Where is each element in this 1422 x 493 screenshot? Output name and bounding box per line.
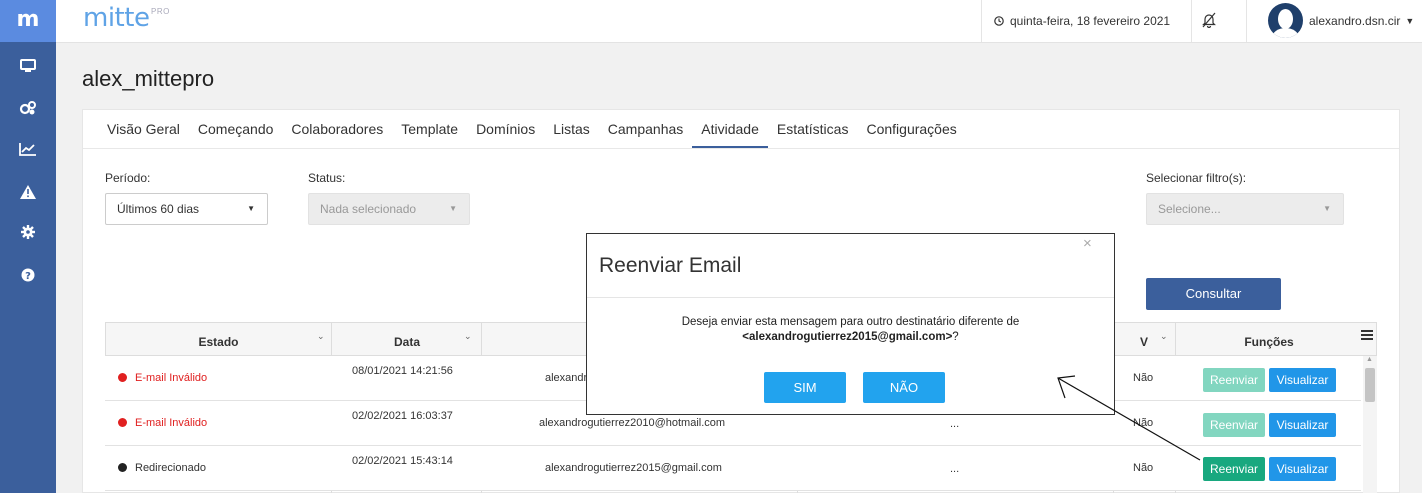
modal-email: <alexandrogutierrez2015@gmail.com> bbox=[742, 331, 953, 343]
table-scrollbar[interactable]: ▲ bbox=[1363, 356, 1377, 493]
status-dot bbox=[118, 418, 127, 427]
divider bbox=[981, 0, 982, 42]
divider bbox=[587, 297, 1114, 298]
tab-campanhas[interactable]: Campanhas bbox=[599, 110, 693, 148]
user-menu[interactable]: alexandro.dsn.cir ▼ bbox=[1268, 3, 1414, 38]
email-cell: alexandrogutierrez2010@hotmail.com bbox=[539, 417, 726, 429]
header-estado[interactable]: Estado bbox=[106, 323, 331, 356]
tab-template[interactable]: Template bbox=[392, 110, 467, 148]
user-name[interactable]: alexandro.dsn.cir bbox=[1309, 14, 1400, 28]
caret-down-icon: ▼ bbox=[1323, 204, 1331, 213]
divider bbox=[1191, 0, 1192, 42]
tab-comecando[interactable]: Começando bbox=[189, 110, 283, 148]
header-funcoes: Funções bbox=[1244, 335, 1294, 349]
periodo-label: Período: bbox=[105, 171, 151, 185]
divider bbox=[83, 148, 1399, 149]
date-text: quinta-feira, 18 fevereiro 2021 bbox=[1010, 14, 1171, 28]
visualizar-button[interactable]: Visualizar bbox=[1269, 368, 1336, 392]
caret-down-icon: ▼ bbox=[449, 204, 457, 213]
filtro-value: Selecione... bbox=[1158, 202, 1221, 216]
status-label: Status: bbox=[308, 171, 346, 185]
chart-line-icon[interactable] bbox=[18, 139, 38, 159]
filtro-select[interactable]: Selecione... ▼ bbox=[1146, 193, 1344, 225]
periodo-value: Últimos 60 dias bbox=[117, 202, 200, 216]
reenviar-button[interactable]: Reenviar bbox=[1203, 413, 1265, 437]
help-icon[interactable]: ? bbox=[18, 265, 38, 285]
estado-cell: Redirecionado bbox=[118, 462, 206, 474]
tab-visao-geral[interactable]: Visão Geral bbox=[98, 110, 189, 148]
tab-dominios[interactable]: Domínios bbox=[467, 110, 544, 148]
status-dot bbox=[118, 463, 127, 472]
v-cell: Não bbox=[1133, 462, 1154, 474]
consultar-button[interactable]: Consultar bbox=[1146, 278, 1281, 310]
tab-atividade[interactable]: Atividade bbox=[692, 110, 768, 148]
estado-text: E-mail Inválido bbox=[135, 372, 208, 384]
estado-text: E-mail Inválido bbox=[135, 417, 208, 429]
warning-icon[interactable] bbox=[18, 182, 38, 202]
clock-icon bbox=[994, 16, 1004, 26]
estado-cell: E-mail Inválido bbox=[118, 372, 207, 384]
data-cell: 08/01/2021 14:21:56 bbox=[352, 365, 453, 377]
caret-down-icon: ▼ bbox=[247, 204, 255, 213]
tab-bar: Visão Geral Começando Colaboradores Temp… bbox=[98, 110, 966, 148]
email-cell: alexandrogutierrez2015@gmail.com bbox=[545, 462, 722, 474]
reenviar-email-modal: × Reenviar Email Deseja enviar esta mens… bbox=[586, 233, 1115, 415]
current-date: quinta-feira, 18 fevereiro 2021 bbox=[994, 0, 1170, 42]
app-logo[interactable]: m bbox=[0, 0, 56, 42]
reenviar-button[interactable]: Reenviar bbox=[1203, 457, 1265, 481]
table-row: Redirecionado 02/02/2021 15:43:14 alexan… bbox=[105, 446, 1361, 491]
data-cell: 02/02/2021 15:43:14 bbox=[352, 455, 453, 467]
svg-text:?: ? bbox=[25, 271, 31, 282]
close-icon[interactable]: × bbox=[1083, 235, 1092, 252]
reenviar-button[interactable]: Reenviar bbox=[1203, 368, 1265, 392]
gear-icon[interactable] bbox=[18, 222, 38, 242]
sim-button[interactable]: SIM bbox=[764, 372, 846, 403]
scrollbar-thumb[interactable] bbox=[1365, 368, 1375, 402]
visualizar-button[interactable]: Visualizar bbox=[1269, 413, 1336, 437]
page-title: alex_mittepro bbox=[82, 66, 215, 91]
monitor-icon[interactable] bbox=[18, 56, 38, 76]
v-cell: Não bbox=[1133, 372, 1154, 384]
chevron-down-icon[interactable]: ⌄ bbox=[464, 331, 472, 342]
chevron-down-icon[interactable]: ⌄ bbox=[1160, 331, 1168, 342]
status-dot bbox=[118, 373, 127, 382]
brand-pro-label: PRO bbox=[151, 7, 170, 16]
status-value: Nada selecionado bbox=[320, 202, 417, 216]
gears-icon[interactable] bbox=[18, 98, 38, 118]
estado-text: Redirecionado bbox=[135, 462, 206, 474]
assunto-cell: ... bbox=[950, 463, 960, 475]
filtro-label: Selecionar filtro(s): bbox=[1146, 171, 1247, 185]
sidebar: m ? bbox=[0, 0, 56, 493]
divider bbox=[1246, 0, 1247, 42]
avatar[interactable] bbox=[1268, 3, 1303, 38]
chevron-down-icon[interactable]: ⌄ bbox=[317, 331, 325, 342]
column-menu-icon[interactable] bbox=[1361, 330, 1373, 340]
modal-suffix: ? bbox=[952, 331, 959, 343]
estado-cell: E-mail Inválido bbox=[118, 417, 207, 429]
v-cell: Não bbox=[1133, 417, 1154, 429]
top-bar: mitte PRO quinta-feira, 18 fevereiro 202… bbox=[56, 0, 1422, 43]
visualizar-button[interactable]: Visualizar bbox=[1269, 457, 1336, 481]
tab-colaboradores[interactable]: Colaboradores bbox=[282, 110, 392, 148]
tab-listas[interactable]: Listas bbox=[544, 110, 599, 148]
modal-message: Deseja enviar esta mensagem para outro d… bbox=[587, 315, 1114, 345]
modal-message-text: Deseja enviar esta mensagem para outro d… bbox=[681, 316, 1020, 328]
modal-title: Reenviar Email bbox=[599, 254, 742, 277]
status-select[interactable]: Nada selecionado ▼ bbox=[308, 193, 470, 225]
periodo-select[interactable]: Últimos 60 dias ▼ bbox=[105, 193, 268, 225]
brand-logo[interactable]: mitte bbox=[83, 3, 150, 33]
tab-estatisticas[interactable]: Estatísticas bbox=[768, 110, 858, 148]
header-data[interactable]: Data bbox=[332, 323, 482, 356]
caret-down-icon[interactable]: ▼ bbox=[1405, 16, 1414, 26]
scroll-up-icon[interactable]: ▲ bbox=[1366, 356, 1373, 363]
tab-configuracoes[interactable]: Configurações bbox=[857, 110, 965, 148]
nao-button[interactable]: NÃO bbox=[863, 372, 945, 403]
data-cell: 02/02/2021 16:03:37 bbox=[352, 410, 453, 422]
assunto-cell: ... bbox=[950, 418, 960, 430]
bell-off-icon[interactable] bbox=[1202, 12, 1216, 28]
